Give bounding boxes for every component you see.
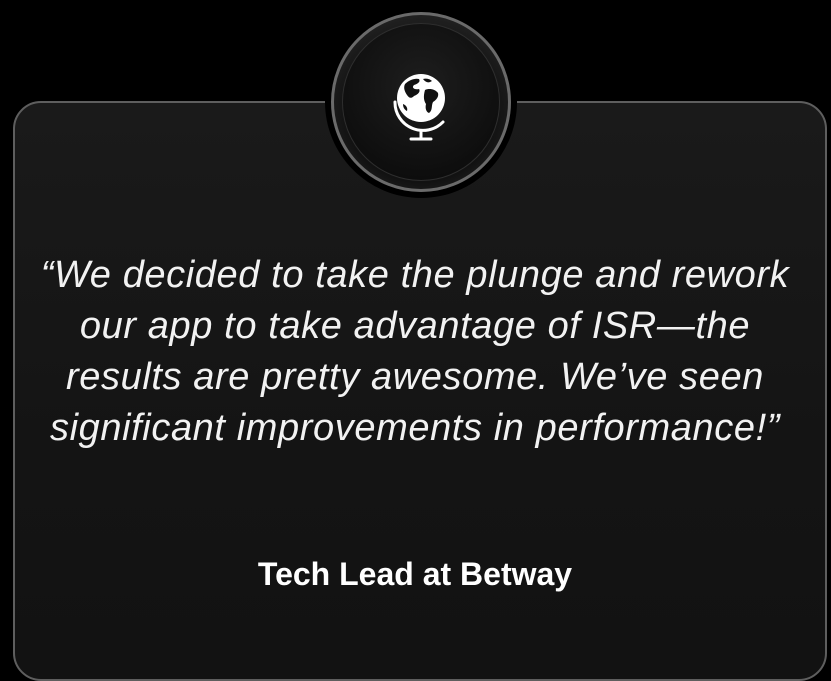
- testimonial-author: Tech Lead at Betway: [257, 556, 573, 592]
- testimonial-quote: “We decided to take the plunge and rewor…: [40, 254, 790, 449]
- logo-badge: [331, 12, 511, 192]
- globe-icon: [393, 74, 445, 141]
- logo-badge-inner: [342, 23, 500, 181]
